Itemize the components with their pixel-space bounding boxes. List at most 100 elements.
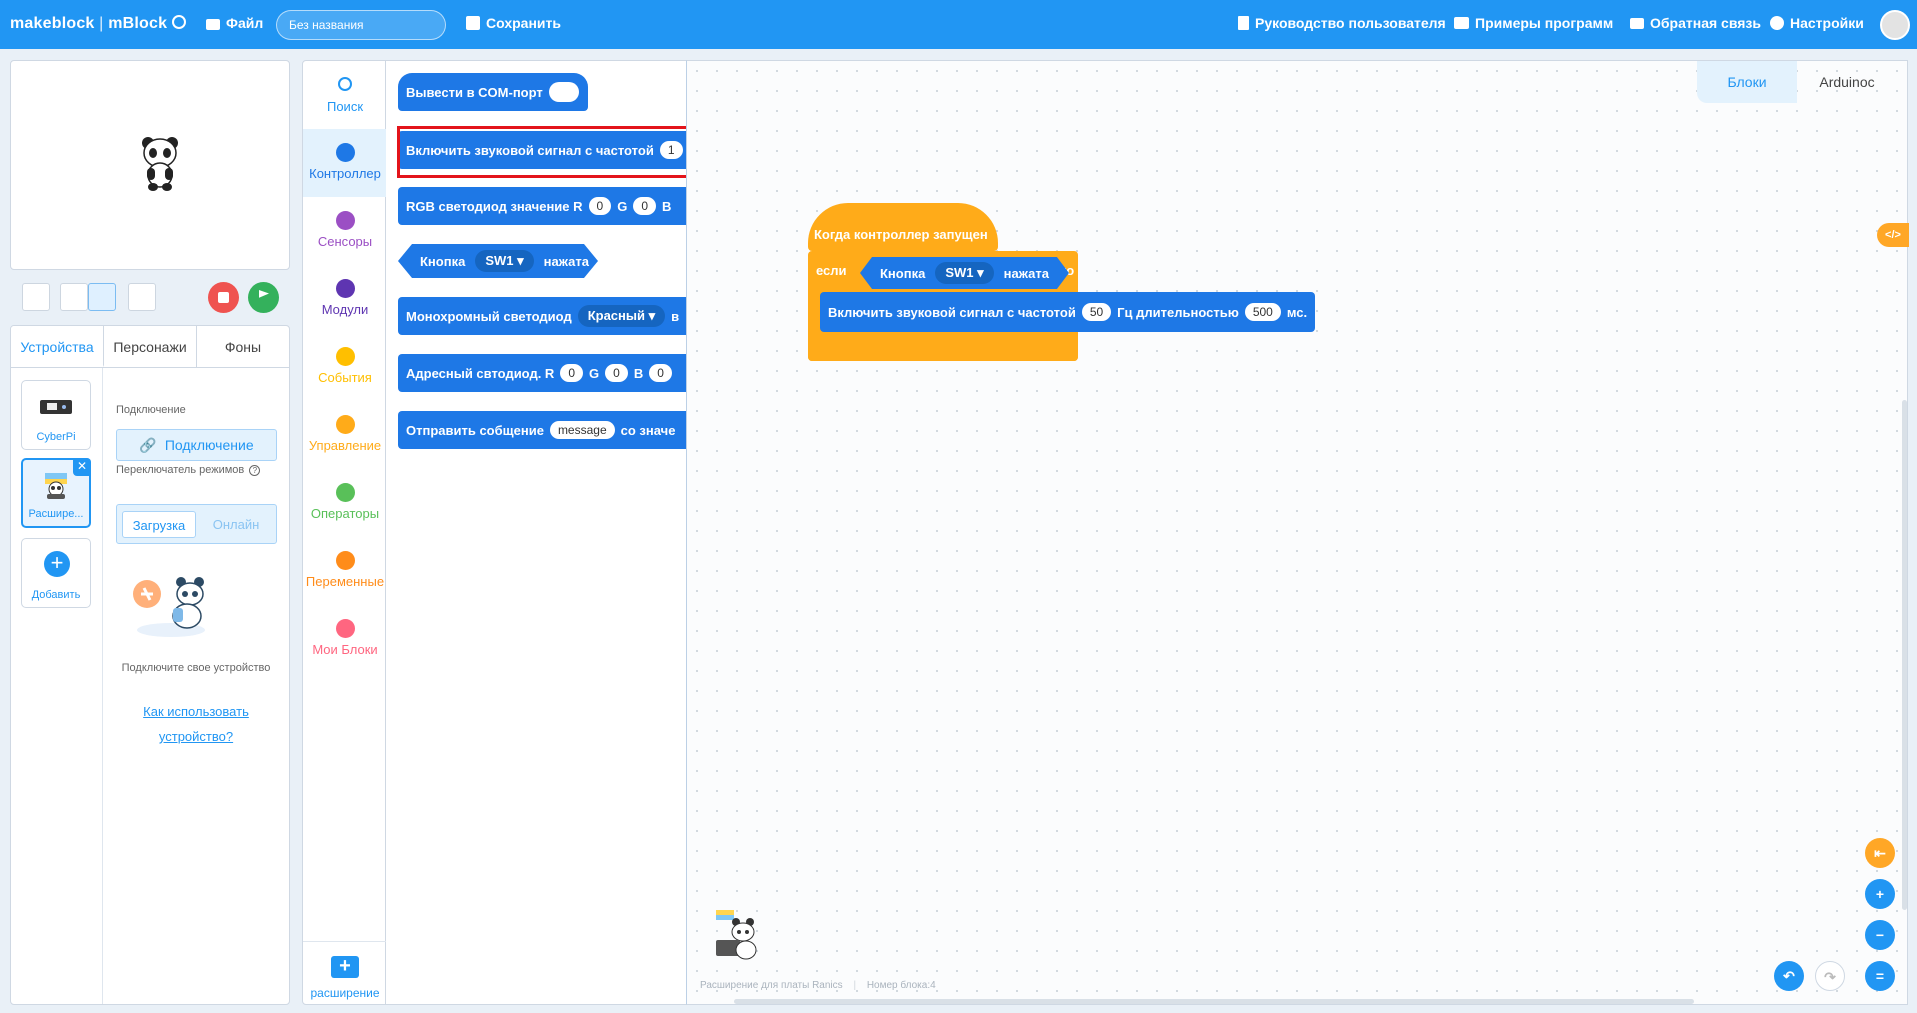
stop-button[interactable] [208, 282, 239, 313]
if-label: если [816, 263, 847, 278]
panda-sprite[interactable] [139, 135, 181, 191]
block-label: Включить звуковой сигнал с частотой [828, 304, 1076, 320]
block-label: B [662, 198, 672, 214]
grid-view-button[interactable] [128, 283, 156, 311]
add-device-button[interactable]: + Добавить [21, 538, 91, 608]
block-input[interactable]: 0 [633, 197, 657, 215]
vertical-scrollbar[interactable] [1902, 400, 1907, 910]
device-card-cyberpi[interactable]: CyberPi [21, 380, 91, 450]
block-label: Кнопка [420, 253, 466, 269]
how-to-use-link-text[interactable]: Как использовать устройство? [143, 704, 249, 744]
category-search[interactable]: Поиск [303, 61, 387, 129]
block-input[interactable]: 0 [649, 364, 672, 382]
block-mono-led[interactable]: Монохромный светодиод Красный ▾ в [398, 297, 686, 335]
settings-label: Настройки [1790, 15, 1864, 31]
examples-link[interactable]: Примеры программ [1454, 15, 1613, 31]
block-label: Гц длительностью [1117, 304, 1239, 320]
extension-button[interactable]: + расширение [303, 941, 387, 1000]
mode-upload-option[interactable]: Загрузка [122, 511, 196, 538]
category-variables[interactable]: Переменные [303, 537, 387, 605]
connect-button-label: Подключение [164, 437, 254, 453]
user-guide-label: Руководство пользователя [1255, 15, 1446, 31]
category-my-blocks[interactable]: Мои Блоки [303, 605, 387, 673]
block-input[interactable]: message [549, 421, 615, 439]
category-label: Модули [321, 302, 369, 317]
block-com-port[interactable]: Вывести в COM-порт [398, 73, 588, 111]
how-to-use-link[interactable]: Как использовать устройство? [116, 700, 276, 750]
category-operators[interactable]: Операторы [303, 469, 387, 537]
save-button[interactable]: Сохранить [466, 15, 561, 31]
device-list: CyberPi Расшире... ✕ + Добавить [11, 368, 103, 1004]
file-menu[interactable]: Файл [206, 15, 263, 31]
block-button-pressed[interactable]: Кнопка SW1 ▾ нажата [398, 244, 598, 278]
tab-blocks[interactable]: Блоки [1697, 61, 1797, 103]
category-controller[interactable]: Контроллер [303, 129, 387, 197]
block-send-message[interactable]: Отправить собщение message со значе [398, 411, 686, 449]
undo-icon[interactable]: ↶ [1774, 961, 1804, 991]
tab-arduinoc[interactable]: Arduinoc [1797, 61, 1897, 103]
command-beep[interactable]: Включить звуковой сигнал с частотой 50 Г… [820, 292, 1316, 332]
user-guide-link[interactable]: Руководство пользователя [1238, 15, 1446, 31]
block-dropdown[interactable]: SW1 ▾ [935, 262, 993, 284]
settings-button[interactable]: Настройки [1770, 15, 1864, 31]
examples-label: Примеры программ [1475, 15, 1614, 31]
language-button[interactable] [172, 15, 186, 29]
zoom-reset-icon[interactable]: = [1865, 961, 1895, 991]
horizontal-scrollbar[interactable] [734, 999, 1694, 1004]
device-card-extension[interactable]: Расшире... ✕ [21, 458, 91, 528]
block-input[interactable]: 0 [605, 364, 628, 382]
script-workspace[interactable]: Блоки Arduinoc </> ⇤ + − = ↶ ↷ [686, 60, 1909, 1005]
redo-icon[interactable]: ↷ [1815, 961, 1845, 991]
collapse-icon[interactable]: ⇤ [1865, 838, 1895, 868]
user-avatar[interactable] [1880, 10, 1910, 40]
normal-stage-button[interactable] [88, 283, 116, 311]
close-icon[interactable]: ✕ [73, 458, 91, 476]
tab-backdrops[interactable]: Фоны [197, 326, 289, 367]
block-dropdown[interactable]: SW1 ▾ [475, 250, 533, 272]
block-label: Адресный свтодиод. R [406, 365, 555, 381]
block-input[interactable]: 0 [588, 197, 612, 215]
category-dot-icon [335, 415, 355, 434]
category-label: Сенсоры [317, 234, 373, 249]
mode-switch-title-text: Переключатель режимов [116, 464, 245, 476]
category-label: Переменные [305, 574, 385, 589]
block-input[interactable] [548, 82, 579, 102]
block-addressable-led[interactable]: Адресный свтодиод. R 0 G 0 B 0 [398, 354, 686, 392]
footer-separator: | [853, 980, 857, 991]
disconnected-illustration [133, 577, 205, 637]
category-sensors[interactable]: Сенсоры [303, 197, 387, 265]
app-logo: makeblock | mBlock [10, 15, 167, 33]
mode-live-option[interactable]: Онлайн [199, 511, 273, 538]
small-stage-button[interactable] [60, 283, 88, 311]
tab-devices[interactable]: Устройства [11, 326, 104, 367]
hat-block-controller-start[interactable]: Когда контроллер запущен [808, 203, 998, 251]
category-events[interactable]: События [303, 333, 387, 401]
block-input[interactable]: 50 [1081, 303, 1112, 321]
mode-switch-title: Переключатель режимов ? [116, 464, 261, 476]
category-control[interactable]: Управление [303, 401, 387, 469]
block-label: G [589, 365, 600, 381]
brand-name: makeblock [10, 15, 95, 32]
block-input[interactable]: 500 [1244, 303, 1281, 321]
connect-button[interactable]: 🔗 Подключение [116, 429, 277, 461]
category-modules[interactable]: Модули [303, 265, 387, 333]
zoom-out-icon[interactable]: − [1865, 920, 1895, 950]
block-input[interactable]: 0 [560, 364, 584, 382]
save-icon [466, 16, 480, 30]
zoom-in-icon[interactable]: + [1865, 879, 1895, 909]
extension-footer-text: Расширение для платы Ranics [700, 980, 843, 991]
tab-sprites[interactable]: Персонажи [104, 326, 197, 367]
block-rgb-led[interactable]: RGB светодиод значение R 0 G 0 B [398, 187, 686, 225]
block-dropdown[interactable]: Красный ▾ [577, 305, 666, 327]
app-name: mBlock [108, 15, 168, 32]
connection-title: Подключение [116, 404, 186, 416]
devices-panel: Устройства Персонажи Фоны CyberPi Расшир… [10, 325, 290, 1005]
green-flag-button[interactable] [248, 282, 279, 313]
highlight-box [397, 126, 694, 178]
condition-button-pressed[interactable]: Кнопка SW1 ▾ нажата [860, 257, 1069, 289]
code-view-toggle[interactable]: </> [1877, 223, 1909, 247]
feedback-link[interactable]: Обратная связь [1630, 15, 1761, 31]
fullscreen-button[interactable] [22, 283, 50, 311]
help-circle-icon[interactable]: ? [249, 465, 261, 476]
project-name-input[interactable] [276, 10, 446, 40]
